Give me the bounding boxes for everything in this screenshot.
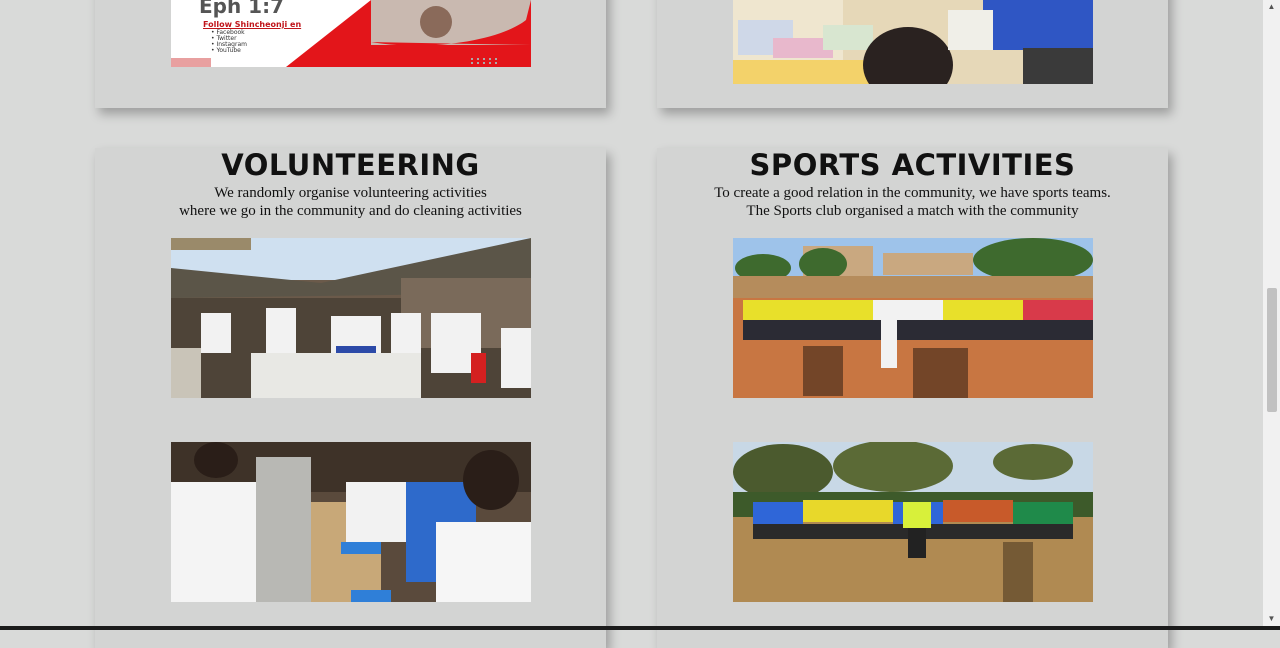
volunteering-card: VOLUNTEERING We randomly organise volunt… [95, 148, 606, 648]
sports-card: SPORTS ACTIVITIES To create a good relat… [657, 148, 1168, 648]
flyer-image: Eph 1:7 Follow Shincheonji en • Facebook… [171, 0, 531, 67]
volunteering-desc-line-2: where we go in the community and do clea… [179, 203, 522, 219]
sports-photo-2-graphic [733, 442, 1093, 602]
volunteering-photo-1-graphic [171, 238, 531, 398]
scrollbar-thumb[interactable] [1267, 288, 1277, 412]
volunteering-photo-2-graphic [171, 442, 531, 602]
sports-desc-line-1: To create a good relation in the communi… [714, 185, 1111, 201]
exam-photo [733, 0, 1093, 84]
vertical-scrollbar[interactable]: ▲ ▼ [1263, 0, 1280, 630]
sports-description: To create a good relation in the communi… [657, 184, 1168, 220]
scroll-down-arrow-icon[interactable]: ▼ [1263, 612, 1280, 626]
exam-card [657, 0, 1168, 108]
follow-link[interactable]: Follow Shincheonji en [203, 20, 301, 29]
volunteering-description: We randomly organise volunteering activi… [95, 184, 606, 220]
sports-photo-2 [733, 442, 1093, 602]
sports-desc-line-2: The Sports club organised a match with t… [746, 203, 1079, 219]
sports-photo-1 [733, 238, 1093, 398]
exam-photo-graphic [733, 0, 1093, 84]
volunteering-photo-2 [171, 442, 531, 602]
verse-text: Eph 1:7 [199, 0, 285, 18]
bottom-edge-bar [0, 626, 1280, 630]
volunteering-desc-line-1: We randomly organise volunteering activi… [214, 185, 487, 201]
sports-photo-1-graphic [733, 238, 1093, 398]
volunteering-title: VOLUNTEERING [221, 148, 480, 182]
sports-title: SPORTS ACTIVITIES [749, 148, 1076, 182]
scroll-up-arrow-icon[interactable]: ▲ [1263, 0, 1280, 14]
volunteering-photo-1 [171, 238, 531, 398]
social-item-youtube[interactable]: • YouTube [211, 48, 247, 54]
flyer-card: Eph 1:7 Follow Shincheonji en • Facebook… [95, 0, 606, 108]
social-list: • Facebook • Twitter • Instagram • YouTu… [211, 30, 247, 54]
